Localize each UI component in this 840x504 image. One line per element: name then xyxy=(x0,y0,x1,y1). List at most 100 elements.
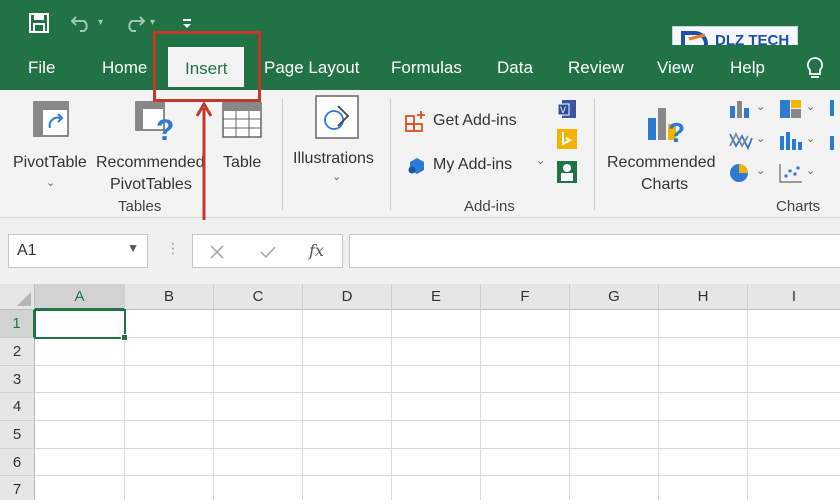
pivottable-icon xyxy=(33,101,69,137)
visio-icon[interactable]: V xyxy=(556,98,578,120)
pivottable-button[interactable]: PivotTable ⌄ xyxy=(10,96,92,192)
column-header[interactable]: F xyxy=(481,284,570,310)
column-header[interactable]: H xyxy=(659,284,748,310)
ribbon-tabs: File Home Page Layout Formulas Data Revi… xyxy=(0,45,840,90)
row-header[interactable]: 4 xyxy=(0,393,35,421)
grid-line xyxy=(35,392,840,393)
grid-line xyxy=(35,420,840,421)
illustrations-button[interactable]: Illustrations ⌄ xyxy=(290,94,382,190)
tab-file[interactable]: File xyxy=(28,45,55,90)
recommended-charts-button[interactable]: ? Recommended Charts xyxy=(604,96,722,193)
statistic-chart-button[interactable]: ⌄ xyxy=(778,130,820,154)
grid-line xyxy=(480,310,481,500)
row-header[interactable]: 5 xyxy=(0,421,35,449)
pie-chart-button[interactable]: ⌄ xyxy=(728,162,770,186)
recommended-charts-label-2: Charts xyxy=(641,176,689,193)
lightbulb-icon[interactable] xyxy=(804,56,826,80)
name-box[interactable]: A1 ▼ xyxy=(8,234,148,268)
table-button[interactable]: Table xyxy=(214,96,270,192)
grid-line xyxy=(391,310,392,500)
row-header[interactable]: 6 xyxy=(0,449,35,476)
select-all-button[interactable] xyxy=(0,284,35,310)
grid-line xyxy=(35,337,840,338)
annotation-arrow-icon xyxy=(195,102,213,220)
illustrations-label: Illustrations xyxy=(293,150,374,167)
grid-line xyxy=(35,475,840,476)
grid-line xyxy=(302,310,303,500)
column-header[interactable]: G xyxy=(570,284,659,310)
bing-maps-icon[interactable] xyxy=(556,128,578,150)
ribbon-insert: PivotTable ⌄ ? Recommended PivotTables T… xyxy=(0,90,840,218)
grid-line xyxy=(747,310,748,500)
tab-page-layout[interactable]: Page Layout xyxy=(264,45,359,90)
recommended-pivottables-label-1: Recommended xyxy=(96,154,205,171)
svg-text:V: V xyxy=(560,105,566,115)
statistic-chart-icon xyxy=(780,132,802,150)
enter-icon[interactable] xyxy=(259,244,277,260)
ribbon-separator xyxy=(594,98,595,210)
column-chart-button[interactable]: ⌄ xyxy=(728,98,770,122)
tab-data[interactable]: Data xyxy=(497,45,533,90)
my-addins-dropdown-icon: ⌄ xyxy=(536,155,546,167)
title-bar: ▾ ▾ DLZ TECH xyxy=(0,0,840,60)
tab-home[interactable]: Home xyxy=(102,45,147,90)
column-header[interactable]: D xyxy=(303,284,392,310)
name-box-dropdown-icon[interactable]: ▼ xyxy=(127,241,139,255)
undo-button[interactable]: ▾ xyxy=(70,0,103,45)
cancel-icon[interactable] xyxy=(209,244,225,260)
svg-text:?: ? xyxy=(156,114,174,142)
pivottable-label: PivotTable xyxy=(13,154,87,171)
ribbon-separator xyxy=(282,98,283,210)
tab-formulas[interactable]: Formulas xyxy=(391,45,462,90)
more-charts-partial[interactable] xyxy=(828,98,840,188)
row-header[interactable]: 3 xyxy=(0,366,35,393)
undo-icon xyxy=(70,15,88,32)
my-addins-icon xyxy=(408,158,424,174)
svg-text:?: ? xyxy=(668,117,685,144)
customize-qat-icon xyxy=(183,18,191,28)
recommended-pivottables-button[interactable]: ? Recommended PivotTables xyxy=(96,96,208,193)
column-header[interactable]: B xyxy=(125,284,214,310)
selected-cell-a1[interactable] xyxy=(34,309,126,339)
my-addins-label: My Add-ins xyxy=(433,156,513,173)
get-addins-button[interactable]: Get Add-ins xyxy=(404,108,526,134)
insert-tab-highlight xyxy=(153,31,261,102)
my-addins-button[interactable]: My Add-ins ⌄ xyxy=(404,152,546,178)
scatter-chart-button[interactable]: ⌄ xyxy=(778,162,820,186)
fill-handle[interactable] xyxy=(121,334,128,341)
column-header[interactable]: A xyxy=(35,284,125,310)
grid-line xyxy=(35,448,840,449)
ribbon-separator xyxy=(390,98,391,210)
column-header[interactable]: I xyxy=(748,284,840,310)
tab-help[interactable]: Help xyxy=(730,45,765,90)
grid-line xyxy=(569,310,570,500)
formula-input[interactable] xyxy=(349,234,840,268)
scatter-chart-icon xyxy=(779,164,802,183)
row-header[interactable]: 7 xyxy=(0,476,35,500)
insert-function-icon[interactable]: fx xyxy=(309,241,324,260)
charts-group-label: Charts xyxy=(776,198,821,215)
save-icon xyxy=(29,12,49,33)
column-header[interactable]: E xyxy=(392,284,481,310)
redo-icon xyxy=(128,15,146,32)
tables-group-label: Tables xyxy=(118,198,162,215)
row-header[interactable]: 2 xyxy=(0,338,35,366)
row-header[interactable]: 1 xyxy=(0,310,35,338)
hierarchy-chart-icon xyxy=(780,100,801,118)
tab-review[interactable]: Review xyxy=(568,45,624,90)
waterfall-chart-icon xyxy=(729,131,753,151)
waterfall-chart-button[interactable]: ⌄ xyxy=(728,130,770,154)
recommended-pivottables-icon: ? xyxy=(135,101,174,142)
pivottable-dropdown-icon: ⌄ xyxy=(46,177,56,189)
column-header[interactable]: C xyxy=(214,284,303,310)
pie-chart-icon xyxy=(730,164,748,182)
recommended-charts-icon: ? xyxy=(648,108,685,144)
get-addins-icon xyxy=(405,111,425,132)
hierarchy-chart-button[interactable]: ⌄ xyxy=(778,98,820,122)
people-graph-icon[interactable] xyxy=(556,160,578,184)
save-button[interactable] xyxy=(28,0,50,45)
grid-line xyxy=(35,365,840,366)
tab-view[interactable]: View xyxy=(657,45,694,90)
redo-button[interactable]: ▾ xyxy=(122,0,155,45)
recommended-pivottables-label-2: PivotTables xyxy=(110,176,192,193)
